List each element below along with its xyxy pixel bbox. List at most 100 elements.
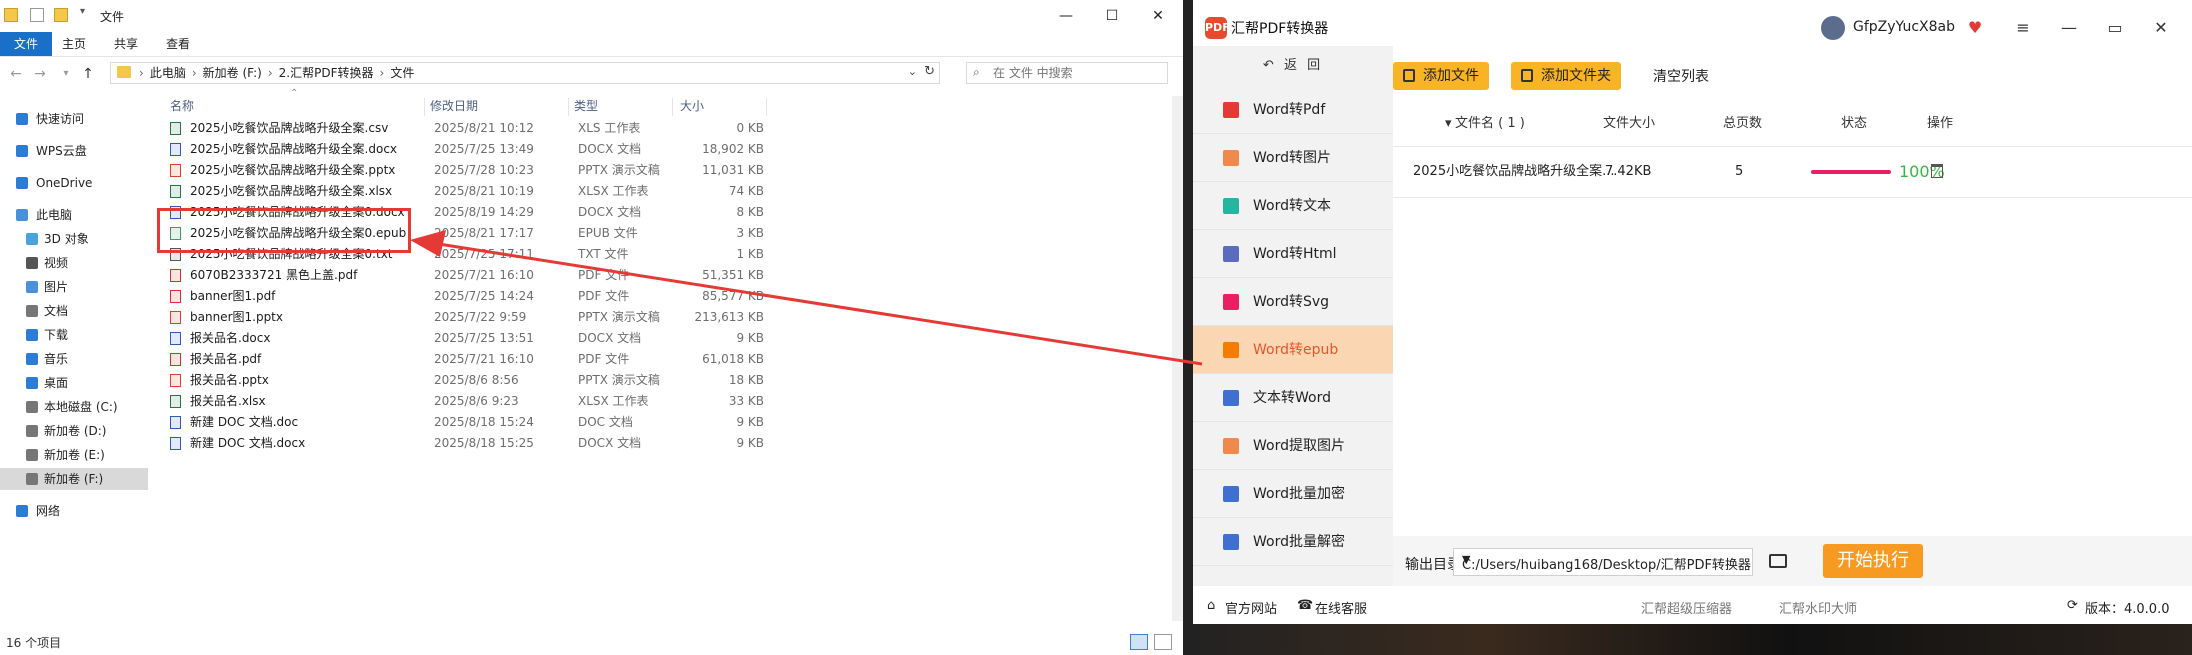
table-row[interactable]: 6070B2333721 黑色上盖.pdf 2025/7/21 16:10 PDF … xyxy=(164,265,924,286)
column-name[interactable]: 名称 xyxy=(170,96,194,116)
breadcrumb-item[interactable]: 此电脑 xyxy=(150,63,186,83)
tab-file[interactable]: 文件 xyxy=(0,32,53,56)
tab-home[interactable]: 主页 xyxy=(48,32,100,56)
sidebar-item[interactable]: Word转epub xyxy=(1193,326,1393,374)
breadcrumb-item[interactable]: 文件 xyxy=(390,63,414,83)
column-divider[interactable] xyxy=(766,98,767,116)
refresh-icon[interactable]: ↻ xyxy=(924,64,935,79)
compressor-link[interactable]: 汇帮超级压缩器 xyxy=(1641,598,1732,617)
chevron-down-icon[interactable]: ⌄ xyxy=(908,65,917,78)
table-row[interactable]: banner图1.pptx 2025/7/22 9:59 PPTX 演示文稿 213,… xyxy=(164,307,924,328)
clear-list-button[interactable]: 清空列表 xyxy=(1653,66,1709,86)
conversion-icon xyxy=(1223,486,1239,502)
table-row[interactable]: 新建 DOC 文档.doc 2025/8/18 15:24 DOC 文档 9 KB xyxy=(164,412,924,433)
sidebar-item[interactable]: Word提取图片 xyxy=(1193,422,1393,470)
chevron-down-icon[interactable]: ▾ xyxy=(56,65,76,83)
nav-item[interactable]: 新加卷 (F:) xyxy=(0,468,148,490)
nav-item[interactable]: 文档 xyxy=(0,300,148,322)
maximize-button[interactable]: ▭ xyxy=(2105,18,2125,38)
vip-heart-icon[interactable]: ♥ xyxy=(1965,18,1985,38)
chevron-down-icon[interactable]: ▾ xyxy=(80,6,85,17)
online-service-link[interactable]: 在线客服 xyxy=(1315,598,1367,617)
table-row[interactable]: 2025小吃餐饮品牌战略升级全案.docx 2025/7/25 13:49 DOCX… xyxy=(164,139,924,160)
maximize-button[interactable]: ☐ xyxy=(1089,0,1135,32)
refresh-icon[interactable]: ⟳ xyxy=(2067,598,2078,613)
address-bar[interactable]: › 此电脑 › 新加卷 (F:) › 2.汇帮PDF转换器 › 文件 ⌄ ↻ xyxy=(110,62,940,84)
forward-arrow-icon[interactable]: → xyxy=(30,65,50,83)
table-row[interactable]: 2025小吃餐饮品牌战略升级全案.pptx 2025/7/28 10:23 PPTX… xyxy=(164,160,924,181)
nav-item[interactable]: 桌面 xyxy=(0,372,148,394)
nav-item[interactable]: 视频 xyxy=(0,252,148,274)
network-icon xyxy=(16,505,28,517)
table-row[interactable]: 报关品名.docx 2025/7/25 13:51 DOCX 文档 9 KB xyxy=(164,328,924,349)
nav-item[interactable]: OneDrive xyxy=(0,172,148,194)
sidebar-item[interactable]: Word批量加密 xyxy=(1193,470,1393,518)
column-divider[interactable] xyxy=(568,98,569,116)
sidebar-item[interactable]: Word转Svg xyxy=(1193,278,1393,326)
breadcrumb-item[interactable]: 新加卷 (F:) xyxy=(203,63,262,83)
nav-item[interactable]: 下载 xyxy=(0,324,148,346)
up-arrow-icon[interactable]: ↑ xyxy=(78,65,98,83)
minimize-button[interactable]: — xyxy=(2059,18,2079,38)
vertical-scrollbar[interactable] xyxy=(1172,96,1183,621)
column-date[interactable]: 修改日期 xyxy=(430,96,478,116)
table-row[interactable]: 报关品名.pptx 2025/8/6 8:56 PPTX 演示文稿 18 KB xyxy=(164,370,924,391)
nav-item[interactable]: 新加卷 (D:) xyxy=(0,420,148,442)
large-icons-view-icon[interactable] xyxy=(1154,634,1172,650)
tab-view[interactable]: 查看 xyxy=(152,32,204,56)
menu-icon[interactable]: ≡ xyxy=(2013,18,2033,38)
nav-item[interactable]: 本地磁盘 (C:) xyxy=(0,396,148,418)
start-button[interactable]: 开始执行 xyxy=(1823,544,1923,578)
properties-icon[interactable] xyxy=(30,8,44,22)
nav-item[interactable]: 3D 对象 xyxy=(0,228,148,250)
nav-item-label: 3D 对象 xyxy=(44,232,89,246)
nav-item[interactable]: 此电脑 xyxy=(0,204,148,226)
nav-item[interactable]: 快速访问 xyxy=(0,108,148,130)
search-input[interactable] xyxy=(991,63,1145,83)
table-row[interactable]: 报关品名.pdf 2025/7/21 16:10 PDF 文件 61,018 KB xyxy=(164,349,924,370)
table-row[interactable]: 2025小吃餐饮品牌战略升级全案.xlsx 2025/8/21 10:19 XLSX… xyxy=(164,181,924,202)
details-view-icon[interactable] xyxy=(1130,634,1148,650)
column-divider[interactable] xyxy=(672,98,673,116)
breadcrumb-item[interactable]: 2.汇帮PDF转换器 xyxy=(279,63,374,83)
sidebar-item[interactable]: Word转Html xyxy=(1193,230,1393,278)
user-name[interactable]: GfpZyYucX8ab xyxy=(1853,19,1955,35)
sidebar-item[interactable]: Word转Pdf xyxy=(1193,86,1393,134)
column-type[interactable]: 类型 xyxy=(574,96,598,116)
back-button[interactable]: ↶ 返 回 xyxy=(1193,46,1393,86)
column-divider[interactable] xyxy=(424,98,425,116)
table-row[interactable]: 报关品名.xlsx 2025/8/6 9:23 XLSX 工作表 33 KB xyxy=(164,391,924,412)
nav-item[interactable]: 网络 xyxy=(0,500,148,522)
nav-item[interactable]: WPS云盘 xyxy=(0,140,148,162)
new-folder-icon[interactable] xyxy=(54,8,68,22)
sidebar-item[interactable]: 文本转Word xyxy=(1193,374,1393,422)
back-arrow-icon[interactable]: ← xyxy=(6,65,26,83)
table-row[interactable]: banner图1.pdf 2025/7/25 14:24 PDF 文件 85,577 … xyxy=(164,286,924,307)
table-row[interactable]: 2025小吃餐饮品牌战略升级全案... 7.42KB 5 100% xyxy=(1393,146,2192,198)
header-filename[interactable]: 文件名 ( 1 ) xyxy=(1455,106,1525,142)
nav-item[interactable]: 新加卷 (E:) xyxy=(0,444,148,466)
output-path-select[interactable]: C:/Users/huibang168/Desktop/汇帮PDF转换器 ▼ xyxy=(1453,548,1753,576)
trash-icon[interactable] xyxy=(1931,164,1943,178)
nav-item[interactable]: 音乐 xyxy=(0,348,148,370)
avatar[interactable] xyxy=(1821,16,1845,40)
sidebar-item[interactable]: Word转文本 xyxy=(1193,182,1393,230)
sort-down-icon[interactable]: ▾ xyxy=(1445,106,1452,142)
nav-item[interactable]: 图片 xyxy=(0,276,148,298)
add-folder-button[interactable]: 添加文件夹 xyxy=(1511,62,1621,90)
watermark-link[interactable]: 汇帮水印大师 xyxy=(1779,598,1857,617)
sidebar-item[interactable]: Word转图片 xyxy=(1193,134,1393,182)
folder-open-icon[interactable] xyxy=(1769,554,1787,568)
table-row[interactable]: 新建 DOC 文档.docx 2025/8/18 15:25 DOCX 文档 9 KB xyxy=(164,433,924,454)
tab-share[interactable]: 共享 xyxy=(100,32,152,56)
sidebar-item[interactable]: Word批量解密 xyxy=(1193,518,1393,566)
nav-item-label: 新加卷 (E:) xyxy=(44,448,105,462)
close-button[interactable]: ✕ xyxy=(1135,0,1181,32)
table-row[interactable]: 2025小吃餐饮品牌战略升级全案.csv 2025/8/21 10:12 XLS 工… xyxy=(164,118,924,139)
close-button[interactable]: ✕ xyxy=(2151,18,2171,38)
official-site-link[interactable]: 官方网站 xyxy=(1225,598,1277,617)
minimize-button[interactable]: — xyxy=(1043,0,1089,32)
search-box[interactable]: ⌕ xyxy=(966,62,1168,84)
add-file-button[interactable]: 添加文件 xyxy=(1393,62,1489,90)
column-size[interactable]: 大小 xyxy=(680,96,704,116)
